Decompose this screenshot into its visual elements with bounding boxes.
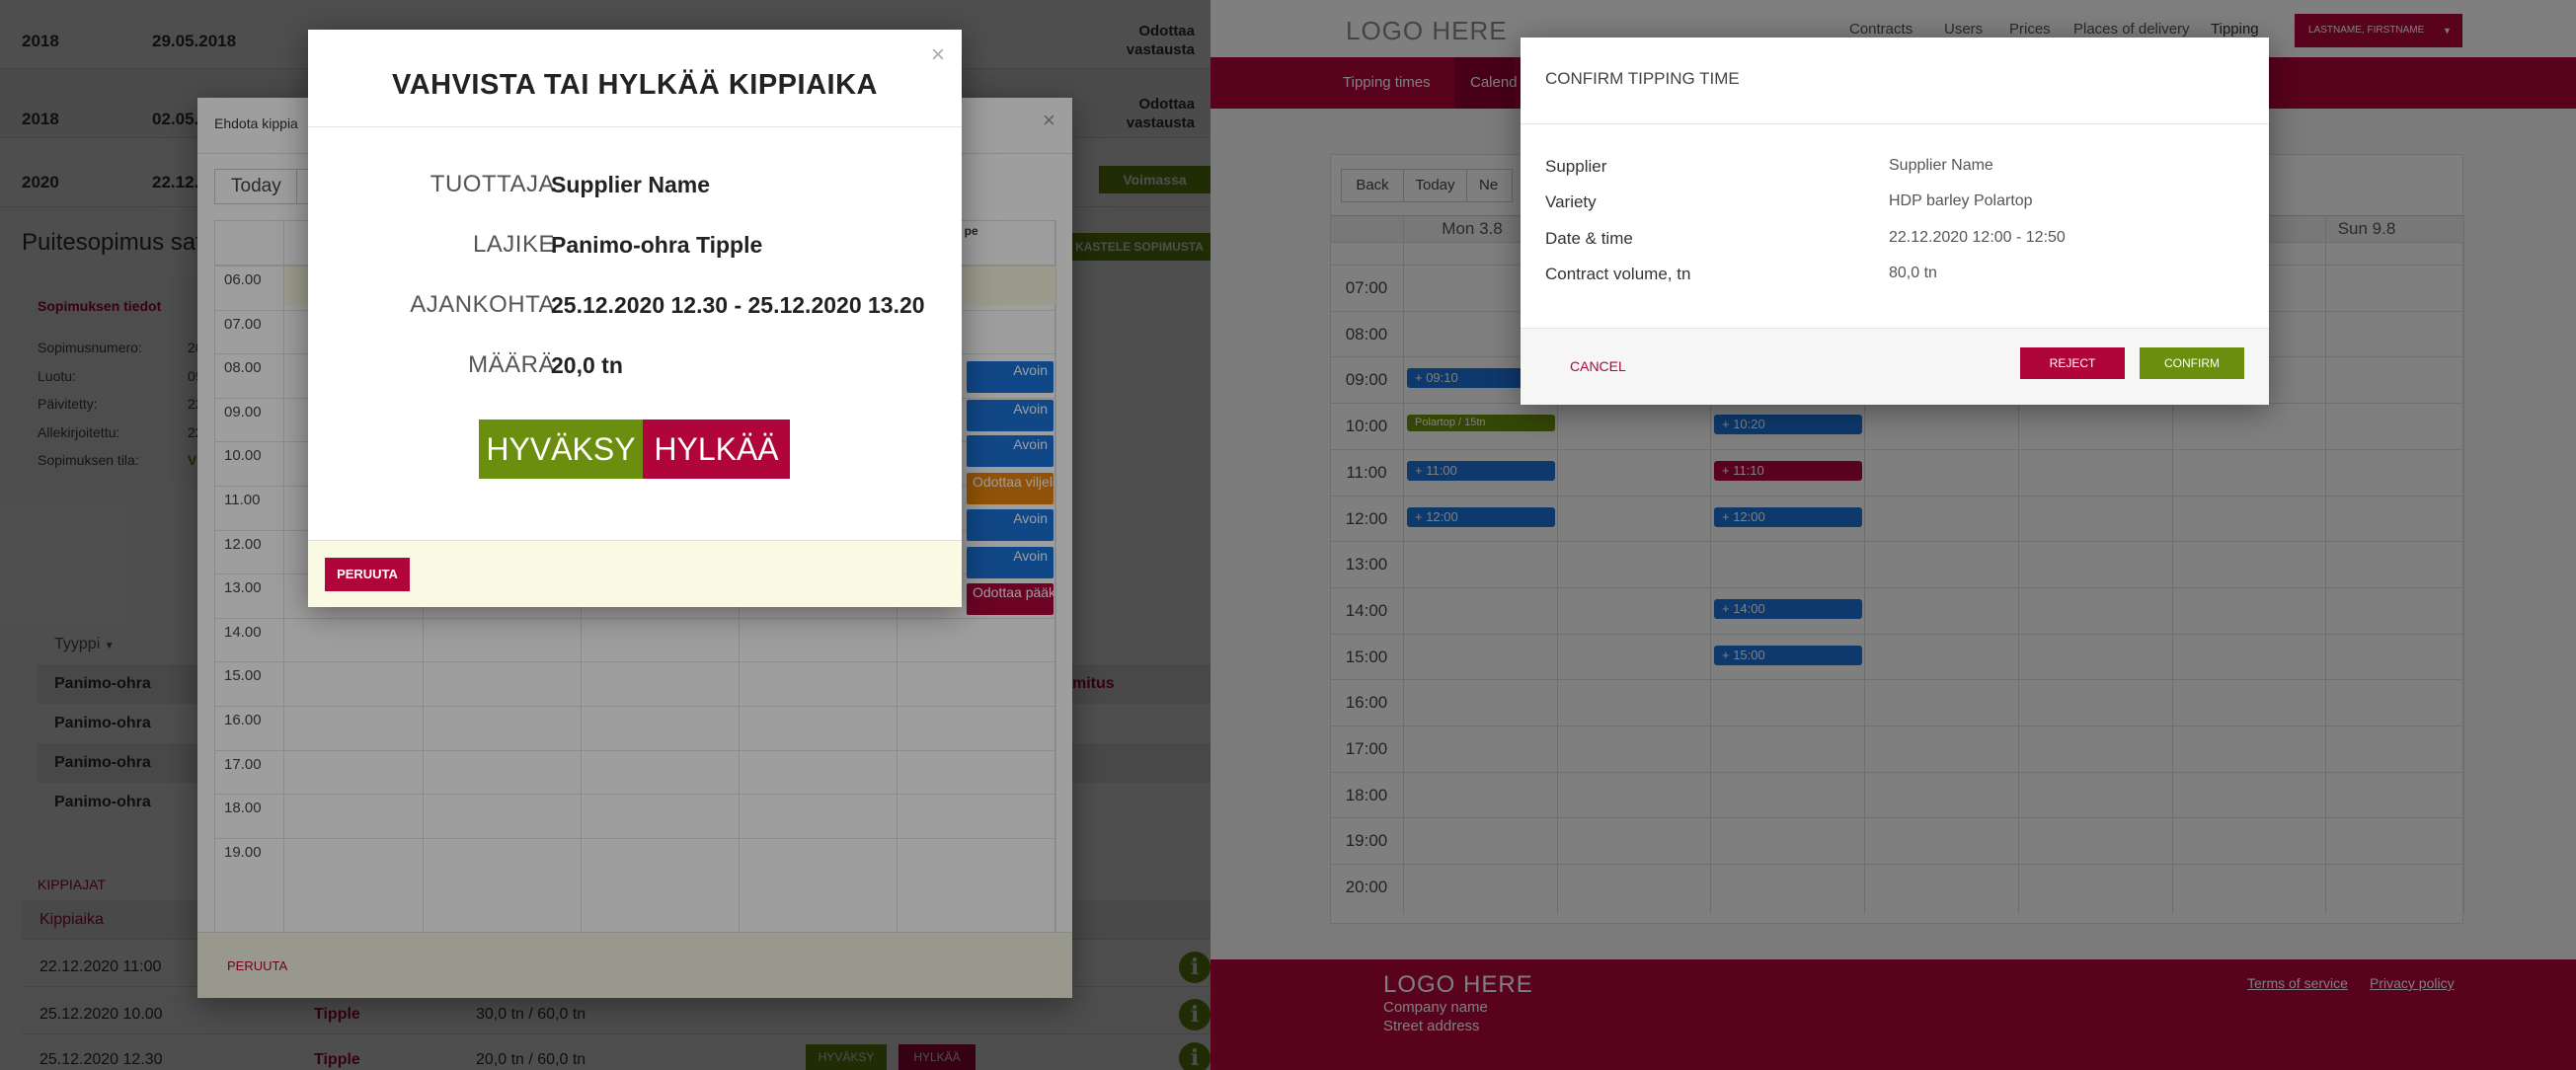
today-button[interactable]: Today	[214, 169, 297, 204]
time-label: 06.00	[224, 271, 262, 288]
approve-button[interactable]: HYVÄKSY	[479, 420, 643, 479]
grid-line	[214, 661, 1055, 663]
time-label: 07.00	[224, 315, 262, 333]
time-label: 09.00	[224, 403, 262, 420]
time-label: 16.00	[224, 712, 262, 728]
cancel-button[interactable]: CANCEL	[1570, 358, 1626, 374]
grid-column-line	[1055, 220, 1056, 996]
close-icon[interactable]: ×	[1043, 108, 1055, 133]
field-label: Contract volume, tn	[1545, 265, 1691, 283]
divider	[308, 126, 962, 127]
calendar-event[interactable]: Odottaa pääkäyttä	[967, 583, 1054, 615]
time-label: 14.00	[224, 623, 262, 641]
time-label: 18.00	[224, 800, 262, 817]
field-label: TUOTTAJA	[429, 171, 555, 197]
close-icon[interactable]: ×	[931, 41, 945, 69]
modal-title: VAHVISTA TAI HYLKÄÄ KIPPIAIKA	[392, 69, 878, 101]
field-value: Supplier Name	[1889, 157, 1993, 174]
field-value: 20,0 tn	[551, 352, 623, 378]
modal-title: CONFIRM TIPPING TIME	[1545, 69, 1740, 88]
calendar-event[interactable]: Avoin	[967, 435, 1054, 467]
modal-footer: CANCEL REJECT CONFIRM	[1521, 328, 2269, 405]
calendar-event[interactable]: Avoin	[967, 361, 1054, 393]
modal-footer: PERUUTA	[197, 932, 1072, 998]
grid-line	[214, 749, 1055, 751]
confirm-button[interactable]: CONFIRM	[2140, 347, 2244, 379]
field-label: Date & time	[1545, 229, 1633, 248]
time-label: 17.00	[224, 755, 262, 773]
grid-line	[214, 617, 1055, 619]
calendar-event[interactable]: Avoin	[967, 400, 1054, 431]
time-label: 15.00	[224, 667, 262, 685]
confirm-tipping-modal: VAHVISTA TAI HYLKÄÄ KIPPIAIKA × TUOTTAJA…	[308, 30, 962, 607]
calendar-event[interactable]: Odottaa viljelijää	[967, 473, 1054, 504]
field-value: 22.12.2020 12:00 - 12:50	[1889, 229, 2066, 246]
field-label: Supplier	[1545, 157, 1607, 176]
field-value: 80,0 tn	[1889, 265, 1937, 281]
field-label: Variety	[1545, 192, 1597, 211]
field-label: MÄÄRÄ	[468, 351, 555, 378]
calendar-event[interactable]: Avoin	[967, 509, 1054, 541]
field-label: LAJIKE	[472, 231, 555, 258]
left-screen: 2018 29.05.2018 Odottaa vastausta 2018 0…	[0, 0, 1210, 1070]
reject-button[interactable]: REJECT	[2020, 347, 2125, 379]
grid-column-line	[283, 220, 284, 996]
confirm-tipping-time-modal: CONFIRM TIPPING TIME Supplier Supplier N…	[1521, 38, 2269, 405]
field-value: 25.12.2020 12.30 - 25.12.2020 13.20	[551, 292, 925, 318]
divider	[1521, 123, 2269, 124]
modal-title: Ehdota kippia	[214, 115, 298, 131]
time-label: 08.00	[224, 359, 262, 377]
time-label: 19.00	[224, 843, 262, 861]
time-label: 13.00	[224, 579, 262, 597]
cancel-button[interactable]: PERUUTA	[227, 958, 287, 973]
field-value: HDP barley Polartop	[1889, 192, 2033, 209]
grid-line	[214, 837, 1055, 839]
time-label: 10.00	[224, 447, 262, 465]
field-value: Panimo-ohra Tipple	[551, 232, 763, 258]
cancel-button[interactable]: PERUUTA	[325, 558, 410, 591]
reject-button[interactable]: HYLKÄÄ	[643, 420, 790, 479]
grid-line	[214, 794, 1055, 796]
field-label: AJANKOHTA	[410, 291, 555, 318]
modal-footer: PERUUTA	[308, 540, 962, 607]
right-screen: LOGO HERE Contracts Users Prices Places …	[1210, 0, 2576, 1070]
field-value: Supplier Name	[551, 172, 711, 197]
time-label: 12.00	[224, 535, 262, 553]
grid-line	[214, 706, 1055, 707]
calendar-event[interactable]: Avoin	[967, 547, 1054, 578]
time-label: 11.00	[224, 492, 261, 508]
